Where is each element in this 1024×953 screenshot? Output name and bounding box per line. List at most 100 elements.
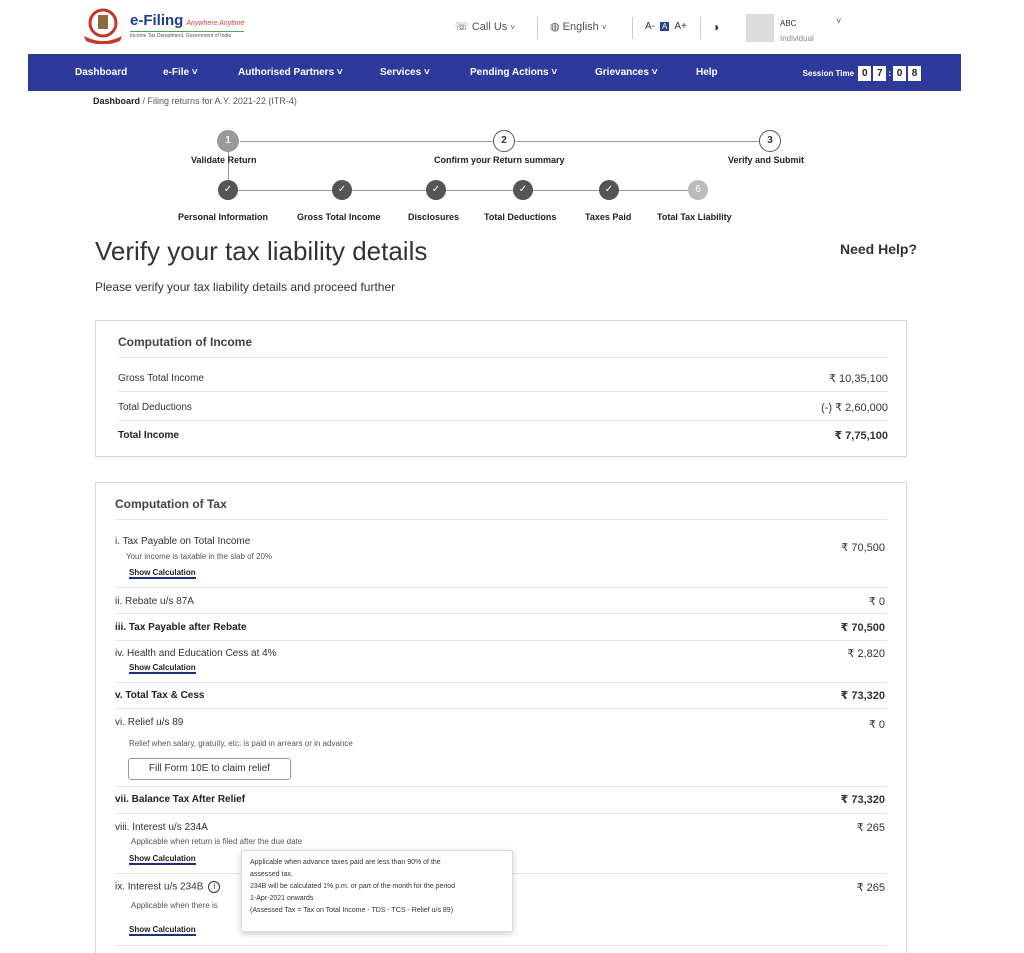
substep-gross-total-income[interactable]: Gross Total Income [297,212,380,222]
tooltip-line: assessed tax. [250,871,293,878]
avatar[interactable] [746,14,774,42]
step-3-title: Verify and Submit [728,155,805,165]
session-label: Session Time [802,69,855,78]
contrast-toggle-icon[interactable]: ◑ [712,20,719,34]
gross-total-income-label: Gross Total Income [118,373,204,384]
nav-authorised-partners[interactable]: Authorised Partners ˅ [238,67,343,78]
chevron-down-icon: ˅ [601,23,607,32]
show-calculation-link[interactable]: Show Calculation [129,663,196,674]
substep-personal-information[interactable]: Personal Information [178,212,268,222]
tax-after-rebate-value: ₹ 70,500 [840,622,885,634]
show-calculation-link[interactable]: Show Calculation [129,925,196,936]
step-2-title: Confirm your Return summary [434,155,565,165]
language-selector[interactable]: ◍ English ˅ [550,20,606,33]
language-label: English [562,21,599,33]
total-tax-cess-value: ₹ 73,320 [840,690,885,702]
divider [118,391,888,392]
nav-grievances-label: Grievances [595,67,649,78]
session-colon: : [888,69,891,78]
chevron-down-icon: ˅ [651,67,658,78]
font-decrease-button[interactable]: A- [645,21,655,32]
cess-label: iv. Health and Education Cess at 4% [115,648,277,659]
tax-payable-value: ₹ 70,500 [841,542,885,554]
step-connector [516,141,759,142]
font-size-controls: A- A A+ [645,21,692,32]
page-title: Verify your tax liability details [95,236,428,266]
divider [115,587,887,588]
chevron-down-icon: ˅ [336,67,343,78]
nav-pending-actions-label: Pending Actions [470,67,549,78]
nav-pending-actions[interactable]: Pending Actions ˅ [470,67,557,78]
substep-6-circle: 6 [688,180,708,200]
nav-grievances[interactable]: Grievances ˅ [595,67,658,78]
show-calculation-link[interactable]: Show Calculation [129,568,196,579]
divider [632,17,633,39]
efiling-logo[interactable]: e-Filing Anywhere Anytime Income Tax Depa… [130,12,245,39]
total-tax-cess-label: v. Total Tax & Cess [115,690,205,701]
tooltip-line: (Assessed Tax = Tax on Total Income - TD… [250,907,454,914]
breadcrumb-current: Filing returns for A.Y. 2021-22 (ITR-4) [147,96,297,106]
interest-234a-label: viii. Interest u/s 234A [115,822,208,833]
main-nav: Dashboard e-File ˅ Authorised Partners ˅… [28,54,961,91]
info-icon[interactable]: i [208,881,221,893]
balance-tax-value: ₹ 73,320 [840,794,885,806]
card-title: Computation of Tax [115,497,227,511]
call-us-menu[interactable]: ☏ Call Us ˅ [455,20,515,33]
step-1-title: Validate Return [191,155,257,165]
total-deductions-label: Total Deductions [118,402,192,413]
tooltip-line: 1-Apr-2021 onwards [250,895,314,902]
step-2-circle: 2 [493,130,515,152]
chevron-down-icon[interactable]: ˅ [836,16,841,26]
interest-234b-value: ₹ 265 [856,882,885,894]
tax-payable-label: i. Tax Payable on Total Income [115,536,251,547]
fill-form-10e-button[interactable]: Fill Form 10E to claim relief [128,758,291,780]
call-us-label: Call Us [471,21,508,33]
substep-total-tax-liability[interactable]: Total Tax Liability [657,212,732,222]
show-calculation-link[interactable]: Show Calculation [129,854,196,865]
tooltip-line: Applicable when advance taxes paid are l… [250,859,441,866]
check-icon: ✓ [332,180,352,200]
relief-89-value: ₹ 0 [868,719,885,731]
relief-89-note: Relief when salary, gratuity, etc. is pa… [129,739,353,748]
divider [115,708,887,709]
tooltip-line: 234B will be calculated 1% p.m. or part … [250,883,456,890]
nav-efile[interactable]: e-File ˅ [163,67,198,78]
divider [115,519,887,520]
relief-89-label: vi. Relief u/s 89 [115,717,184,728]
session-digit: 7 [873,66,887,81]
user-name[interactable]: ABC [780,19,796,28]
balance-tax-label: vii. Balance Tax After Relief [115,794,246,805]
substep-taxes-paid[interactable]: Taxes Paid [585,212,631,222]
chevron-down-icon: ˅ [510,23,516,32]
step-1-circle: 1 [217,130,239,152]
substep-total-deductions[interactable]: Total Deductions [484,212,556,222]
nav-services[interactable]: Services ˅ [380,67,430,78]
font-increase-button[interactable]: A+ [674,21,687,32]
font-normal-button[interactable]: A [660,22,670,31]
total-income-value: ₹ 7,75,100 [834,430,888,442]
session-digit: 0 [893,66,906,81]
chevron-down-icon: ˅ [423,67,430,78]
logo-tagline: Anywhere Anytime [186,20,245,27]
divider [115,945,887,946]
computation-of-income-card: Computation of Income Gross Total Income… [95,320,907,457]
progress-stepper: 1 Validate Return 2 Confirm your Return … [0,120,1024,230]
top-header: e-Filing Anywhere Anytime Income Tax Depa… [0,0,1024,54]
phone-icon: ☏ [455,21,469,33]
step-3-circle: 3 [759,130,781,152]
check-icon: ✓ [218,180,238,200]
nav-help[interactable]: Help [696,67,718,78]
session-digit: 8 [908,66,921,81]
nav-dashboard[interactable]: Dashboard [75,67,127,78]
cess-value: ₹ 2,820 [847,648,885,660]
substep-disclosures[interactable]: Disclosures [408,212,459,222]
nav-authorised-partners-label: Authorised Partners [238,67,335,78]
need-help-link[interactable]: Need Help? [840,241,917,257]
substep-connector [238,190,698,191]
emblem-logo-icon[interactable] [82,8,124,45]
interest-234a-note: Applicable when return is filed after th… [131,837,303,846]
card-title: Computation of Income [118,335,252,349]
breadcrumb: Dashboard / Filing returns for A.Y. 2021… [93,96,297,106]
interest-234b-tooltip: Applicable when advance taxes paid are l… [241,850,513,932]
breadcrumb-dashboard[interactable]: Dashboard [93,96,140,106]
